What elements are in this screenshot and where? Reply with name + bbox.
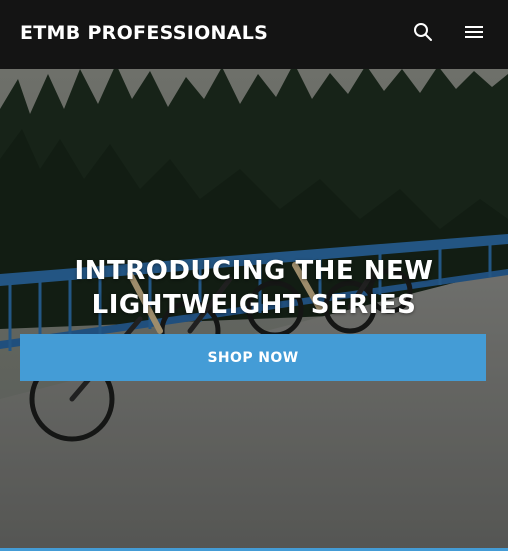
shop-now-button[interactable]: SHOP NOW: [20, 334, 486, 381]
search-button[interactable]: [410, 19, 436, 45]
hero-headline-line2: LIGHTWEIGHT SERIES: [91, 290, 417, 321]
hero-headline: INTRODUCING THE NEW LIGHTWEIGHT SERIES: [30, 254, 478, 322]
brand-logo[interactable]: ETMB PROFESSIONALS: [20, 18, 268, 48]
site-header: ETMB PROFESSIONALS: [0, 0, 508, 69]
page: ETMB PROFESSIONALS INTRODUCING THE NEW L…: [0, 0, 508, 551]
hero-headline-line1: INTRODUCING THE NEW: [74, 256, 434, 287]
search-icon: [414, 23, 432, 41]
menu-button[interactable]: [461, 19, 487, 45]
hamburger-menu-icon: [465, 26, 483, 38]
